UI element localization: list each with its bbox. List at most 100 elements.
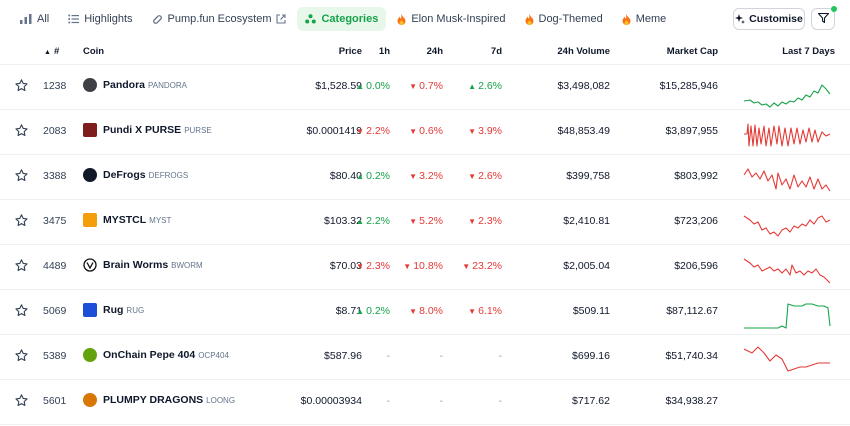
tab-pump-fun-label: Pump.fun Ecosystem <box>167 13 272 25</box>
h1-change-cell: ▼ 2.3% <box>356 260 390 272</box>
star-icon[interactable] <box>15 394 28 407</box>
coin-symbol: OCP404 <box>198 350 229 360</box>
rank-cell: 3475 <box>43 215 67 227</box>
coin-symbol: DEFROGS <box>148 170 189 180</box>
rank-cell: 4489 <box>43 260 67 272</box>
coin-name[interactable]: Pundi X PURSE <box>103 124 181 136</box>
rank-cell: 5601 <box>43 395 67 407</box>
star-icon[interactable] <box>15 169 28 182</box>
rank-cell: 2083 <box>43 125 67 137</box>
sparkline-chart <box>744 303 831 329</box>
category-tab-bar: All Highlights Pump.fun Ecosystem Catego… <box>0 0 850 38</box>
h1-change-cell: ▲ 0.2% <box>356 170 390 182</box>
rank-cell: 3388 <box>43 170 67 182</box>
coin-name[interactable]: DeFrogs <box>103 169 146 181</box>
coin-cell[interactable]: Pundi X PURSE PURSE <box>83 123 212 137</box>
market-cap-cell: $206,596 <box>674 260 718 272</box>
7d-header[interactable]: 7d <box>462 46 502 57</box>
star-icon[interactable] <box>15 124 28 137</box>
caret-up-icon: ▲ <box>356 217 365 226</box>
market-cap-header[interactable]: Market Cap <box>618 46 718 57</box>
coin-name[interactable]: PLUMPY DRAGONS <box>103 394 203 406</box>
h24-change-cell: ▼ 10.8% <box>403 260 443 272</box>
coin-cell[interactable]: DeFrogs DEFROGS <box>83 168 188 182</box>
table-row[interactable]: 1238 Pandora PANDORA $1,528.59 ▲ 0.0% ▼ 0.… <box>0 65 850 110</box>
star-icon[interactable] <box>15 259 28 272</box>
table-row[interactable]: 5389 OnChain Pepe 404 OCP404 $587.96 - -… <box>0 335 850 380</box>
tab-categories[interactable]: Categories <box>297 7 387 31</box>
coin-cell[interactable]: MYSTCL MYST <box>83 213 171 227</box>
tab-highlights[interactable]: Highlights <box>60 7 140 31</box>
24h-header[interactable]: 24h <box>403 46 443 57</box>
coin-symbol: PANDORA <box>148 80 187 90</box>
coin-cell[interactable]: Rug RUG <box>83 303 144 317</box>
rank-cell: 5389 <box>43 350 67 362</box>
tab-all[interactable]: All <box>12 7 57 31</box>
tab-meme[interactable]: Meme <box>614 7 675 31</box>
coin-cell[interactable]: PLUMPY DRAGONS LOONG <box>83 393 235 407</box>
table-header: ▲ # Coin Price 1h 24h 7d 24h Volume Marke… <box>0 38 850 65</box>
table-row[interactable]: 2083 Pundi X PURSE PURSE $0.0001419 ▼ 2.2… <box>0 110 850 155</box>
coin-logo-icon <box>83 393 97 407</box>
h1-change-cell: - <box>386 350 391 362</box>
tab-dog-themed[interactable]: Dog-Themed <box>517 7 611 31</box>
coin-symbol: MYST <box>149 215 172 225</box>
coin-cell[interactable]: Brain Worms BWORM <box>83 258 203 272</box>
coin-cell[interactable]: OnChain Pepe 404 OCP404 <box>83 348 229 362</box>
tab-elon-label: Elon Musk-Inspired <box>411 13 506 25</box>
tab-pump-fun-ecosystem[interactable]: Pump.fun Ecosystem <box>144 7 295 31</box>
caret-down-icon: ▼ <box>409 217 418 226</box>
rank-cell: 1238 <box>43 80 67 92</box>
list-icon <box>68 14 80 24</box>
table-row[interactable]: 5601 PLUMPY DRAGONS LOONG $0.00003934 - … <box>0 380 850 425</box>
star-icon[interactable] <box>15 349 28 362</box>
h24-change-cell: - <box>439 350 444 362</box>
tab-elon-musk-inspired[interactable]: Elon Musk-Inspired <box>389 7 513 31</box>
bar-chart-icon <box>20 14 32 24</box>
h1-change-cell: ▲ 0.0% <box>356 80 390 92</box>
customise-button[interactable]: Customise <box>733 8 805 30</box>
filter-button[interactable] <box>811 6 837 30</box>
d7-change-cell: ▼ 6.1% <box>468 305 502 317</box>
coin-logo-icon <box>83 168 97 182</box>
caret-down-icon: ▼ <box>468 172 477 181</box>
h24-change-cell: ▼ 3.2% <box>409 170 443 182</box>
fire-icon <box>622 13 631 25</box>
tab-dog-label: Dog-Themed <box>538 13 603 25</box>
volume-cell: $699.16 <box>572 350 610 362</box>
sparkline-chart <box>743 168 831 192</box>
table-row[interactable]: 4489 Brain Worms BWORM $70.03 ▼ 2.3% ▼ 10.… <box>0 245 850 290</box>
star-icon[interactable] <box>15 214 28 227</box>
volume-cell: $48,853.49 <box>557 125 610 137</box>
coin-name[interactable]: Brain Worms <box>103 259 168 271</box>
1h-header[interactable]: 1h <box>350 46 390 57</box>
caret-up-icon: ▲ <box>356 172 365 181</box>
caret-down-icon: ▼ <box>409 172 418 181</box>
rank-cell: 5069 <box>43 305 67 317</box>
caret-down-icon: ▼ <box>468 307 477 316</box>
volume-cell: $2,410.81 <box>563 215 610 227</box>
table-row[interactable]: 3475 MYSTCL MYST $103.32 ▲ 2.2% ▼ 5.2% ▼ 2.… <box>0 200 850 245</box>
volume-header[interactable]: 24h Volume <box>510 46 610 57</box>
coin-header[interactable]: Coin <box>83 46 104 57</box>
coin-name[interactable]: Pandora <box>103 79 145 91</box>
coin-symbol: PURSE <box>184 125 212 135</box>
coin-logo-icon <box>83 348 97 362</box>
coin-symbol: RUG <box>126 305 145 315</box>
d7-change-cell: ▼ 2.6% <box>468 170 502 182</box>
star-icon[interactable] <box>15 79 28 92</box>
table-row[interactable]: 5069 Rug RUG $8.71 ▲ 0.2% ▼ 8.0% ▼ 6.1% $50… <box>0 290 850 335</box>
active-filter-dot <box>831 6 837 12</box>
coin-name[interactable]: OnChain Pepe 404 <box>103 349 195 361</box>
rank-header[interactable]: ▲ # <box>44 46 59 57</box>
caret-down-icon: ▼ <box>409 127 418 136</box>
star-icon[interactable] <box>15 304 28 317</box>
sparkline-chart <box>743 258 831 284</box>
table-row[interactable]: 3388 DeFrogs DEFROGS $80.40 ▲ 0.2% ▼ 3.2% … <box>0 155 850 200</box>
coin-cell[interactable]: Pandora PANDORA <box>83 78 187 92</box>
volume-cell: $717.62 <box>572 395 610 407</box>
coin-logo-icon <box>83 258 97 272</box>
coin-name[interactable]: MYSTCL <box>103 214 146 226</box>
coin-name[interactable]: Rug <box>103 304 123 316</box>
caret-down-icon: ▼ <box>409 307 418 316</box>
